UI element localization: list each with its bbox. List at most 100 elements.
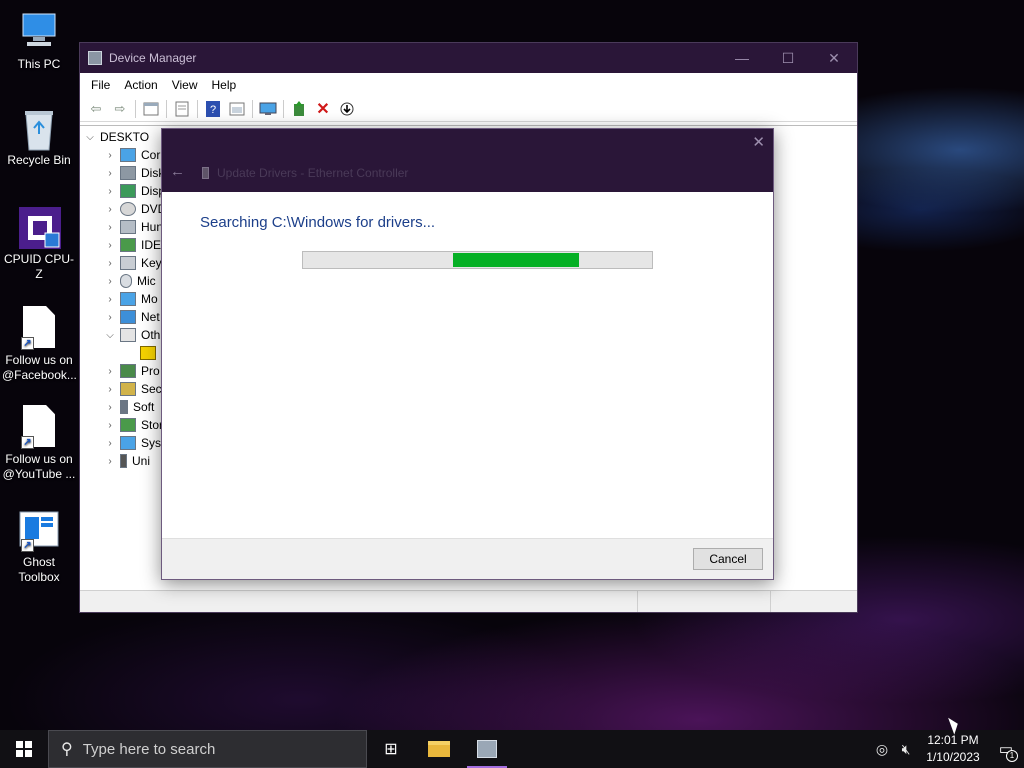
tree-category[interactable]: › Key <box>100 254 162 272</box>
desktop-icon-label: Ghost Toolbox <box>18 555 60 584</box>
desktop-icon-follow-facebook[interactable]: ↗ Follow us on @Facebook... <box>2 306 77 383</box>
ide-controller-icon <box>120 238 136 252</box>
chevron-right-icon[interactable]: › <box>100 186 120 197</box>
chevron-right-icon[interactable]: › <box>100 402 120 413</box>
tree-category[interactable]: › Mic <box>100 272 156 290</box>
clock[interactable]: 12:01 PM 1/10/2023 <box>918 732 988 766</box>
chevron-right-icon[interactable]: › <box>100 366 120 377</box>
chevron-right-icon[interactable]: › <box>100 312 120 323</box>
device-manager-taskbar-button[interactable] <box>463 730 511 768</box>
volume-muted-icon[interactable]: 🔇︎ <box>894 741 918 758</box>
desktop-icon-ghost-toolbox[interactable]: ↗ Ghost Toolbox <box>2 508 76 585</box>
view-icon[interactable] <box>227 99 247 119</box>
document-icon: ↗ <box>17 405 61 449</box>
tree-category[interactable]: › Stor <box>100 416 163 434</box>
search-icon: ⚲ <box>61 741 73 758</box>
desktop-icon-follow-youtube[interactable]: ↗ Follow us on @YouTube ... <box>2 405 76 482</box>
monitor-icon <box>120 292 136 306</box>
maximize-button[interactable]: ☐ <box>765 50 811 67</box>
tree-category[interactable]: › Mo <box>100 290 158 308</box>
chevron-right-icon[interactable]: › <box>100 240 120 251</box>
uninstall-icon[interactable]: ✕ <box>313 99 333 119</box>
tree-category[interactable]: › Hun <box>100 218 163 236</box>
tree-category[interactable]: › Net <box>100 308 160 326</box>
ghost-toolbox-icon: ↗ <box>17 508 61 552</box>
cancel-button[interactable]: Cancel <box>693 548 763 570</box>
menu-view[interactable]: View <box>165 78 205 92</box>
chevron-right-icon[interactable]: › <box>100 294 120 305</box>
desktop-icon-recycle-bin[interactable]: Recycle Bin <box>2 106 76 168</box>
notification-count: 1 <box>1006 750 1018 762</box>
system-tray: ◎ 🔇︎ 12:01 PM 1/10/2023 ▭ 1 <box>870 730 1024 768</box>
network-globe-icon[interactable]: ◎ <box>870 741 894 758</box>
task-view-icon: ⊞ <box>384 741 398 758</box>
back-arrow-icon[interactable]: ⇦ <box>86 99 106 119</box>
tree-category[interactable]: › Soft <box>100 398 154 416</box>
dialog-heading: Update Drivers - Ethernet Controller <box>202 166 408 180</box>
clock-time: 12:01 PM <box>927 733 979 747</box>
status-bar <box>80 590 857 612</box>
software-device-icon <box>120 400 128 414</box>
menu-file[interactable]: File <box>84 78 117 92</box>
device-manager-icon <box>477 740 497 758</box>
tree-category-other[interactable]: ⌵ Oth <box>100 326 160 344</box>
chevron-down-icon[interactable]: ⌵ <box>80 132 100 143</box>
security-device-icon <box>120 382 136 396</box>
chevron-right-icon[interactable]: › <box>100 204 120 215</box>
tree-category[interactable]: › Syst <box>100 434 164 452</box>
tree-category[interactable]: › Disp <box>100 182 165 200</box>
scan-hardware-icon[interactable] <box>258 99 278 119</box>
windows-logo-icon <box>16 741 32 757</box>
taskbar-search-box[interactable]: ⚲ Type here to search <box>48 730 367 768</box>
desktop-icon-this-pc[interactable]: This PC <box>2 10 76 72</box>
tree-category[interactable]: › DVD <box>100 200 166 218</box>
help-icon[interactable]: ? <box>203 99 223 119</box>
chevron-right-icon[interactable]: › <box>100 222 120 233</box>
window-title: Device Manager <box>109 51 197 65</box>
close-button[interactable]: ✕ <box>811 50 857 67</box>
tree-category[interactable]: › Cor <box>100 146 160 164</box>
tree-device-unknown[interactable] <box>140 344 161 362</box>
tree-category[interactable]: › Pro <box>100 362 160 380</box>
hid-icon <box>120 220 136 234</box>
properties-icon[interactable] <box>172 99 192 119</box>
tree-node-computer[interactable]: ⌵ DESKTO <box>80 128 149 146</box>
menu-help[interactable]: Help <box>205 78 244 92</box>
desktop-icon-label: Follow us on @YouTube ... <box>2 452 76 481</box>
clock-date: 1/10/2023 <box>926 750 980 764</box>
chevron-down-icon[interactable]: ⌵ <box>100 330 120 341</box>
minimize-button[interactable]: — <box>719 50 765 67</box>
chevron-right-icon[interactable]: › <box>100 168 120 179</box>
chevron-right-icon[interactable]: › <box>100 258 120 269</box>
tree-category[interactable]: › Uni <box>100 452 150 470</box>
chevron-right-icon[interactable]: › <box>100 438 120 449</box>
desktop-icon-label: Follow us on @Facebook... <box>2 353 77 382</box>
close-icon[interactable]: ✕ <box>752 133 765 151</box>
usb-icon <box>120 454 127 468</box>
update-drivers-dialog: ✕ ← Update Drivers - Ethernet Controller… <box>161 128 774 580</box>
menu-action[interactable]: Action <box>117 78 164 92</box>
update-driver-icon[interactable] <box>289 99 309 119</box>
back-arrow-icon[interactable]: ← <box>170 163 185 180</box>
tree-category[interactable]: › IDE <box>100 236 161 254</box>
disk-drive-icon <box>120 166 136 180</box>
chevron-right-icon[interactable]: › <box>100 276 120 287</box>
dvd-drive-icon <box>120 202 136 216</box>
chevron-right-icon[interactable]: › <box>100 384 120 395</box>
download-icon[interactable] <box>337 99 357 119</box>
desktop-icon-cpu-z[interactable]: CPUID CPU-Z <box>2 205 76 282</box>
chevron-right-icon[interactable]: › <box>100 456 120 467</box>
show-hide-tree-icon[interactable] <box>141 99 161 119</box>
tree-category[interactable]: › Disk <box>100 164 164 182</box>
chevron-right-icon[interactable]: › <box>100 420 120 431</box>
notification-center-button[interactable]: ▭ 1 <box>988 740 1024 762</box>
task-view-button[interactable]: ⊞ <box>367 730 415 768</box>
device-manager-titlebar[interactable]: Device Manager — ☐ ✕ <box>80 43 857 73</box>
network-adapter-icon <box>120 310 136 324</box>
tree-category[interactable]: › Sec <box>100 380 162 398</box>
start-button[interactable] <box>0 730 48 768</box>
chevron-right-icon[interactable]: › <box>100 150 120 161</box>
file-explorer-button[interactable] <box>415 730 463 768</box>
forward-arrow-icon[interactable]: ⇨ <box>110 99 130 119</box>
device-manager-icon <box>88 51 102 65</box>
